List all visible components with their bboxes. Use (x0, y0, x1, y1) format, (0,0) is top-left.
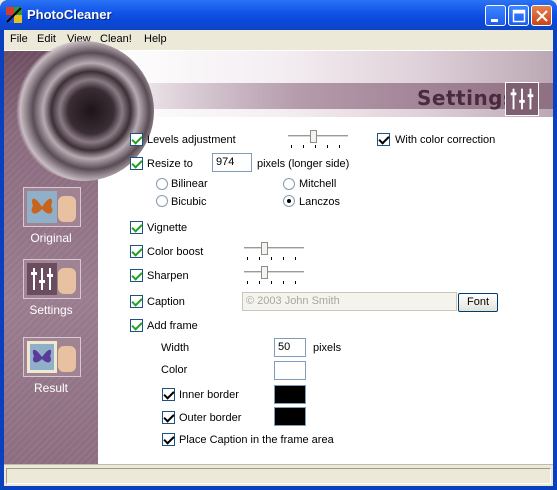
nav-settings-label[interactable]: Settings (4, 303, 98, 317)
color-boost-slider-thumb[interactable] (261, 242, 268, 255)
caption-input[interactable]: © 2003 John Smith (242, 292, 457, 311)
nav-original-button[interactable] (23, 187, 81, 227)
frame-width-unit: pixels (313, 342, 342, 354)
add-frame-label: Add frame (147, 320, 198, 332)
settings-logo-icon (505, 82, 539, 116)
sharpen-slider-thumb[interactable] (261, 266, 268, 279)
bilinear-label: Bilinear (171, 178, 208, 190)
nav-result-label[interactable]: Result (4, 381, 98, 395)
window-title: PhotoCleaner (27, 7, 112, 22)
add-frame-checkbox[interactable] (130, 319, 143, 332)
menu-file[interactable]: File (10, 33, 28, 45)
place-caption-checkbox[interactable] (162, 433, 175, 446)
status-bar (4, 464, 553, 486)
lanczos-radio[interactable] (283, 195, 295, 207)
levels-adjustment-label: Levels adjustment (147, 134, 236, 146)
sliders-icon (27, 263, 76, 295)
maximize-button[interactable] (508, 5, 529, 26)
nav-original-label[interactable]: Original (4, 231, 98, 245)
outer-border-color-swatch[interactable] (274, 407, 306, 426)
frame-width-label: Width (161, 342, 190, 354)
resize-input[interactable]: 974 (212, 153, 252, 172)
minimize-button[interactable] (485, 5, 506, 26)
inner-border-checkbox[interactable] (162, 388, 175, 401)
title-bar[interactable]: PhotoCleaner (0, 0, 557, 30)
resize-label: Resize to (147, 158, 193, 170)
app-window: PhotoCleaner File Edit View Clean! Help … (0, 0, 557, 490)
bilinear-radio[interactable] (156, 178, 168, 190)
mitchell-label: Mitchell (299, 178, 337, 190)
color-boost-slider[interactable] (244, 242, 304, 260)
nav-result-button[interactable] (23, 337, 81, 377)
levels-slider[interactable] (288, 130, 348, 148)
butterfly-photo-icon (27, 191, 76, 223)
menu-edit[interactable]: Edit (37, 33, 56, 45)
levels-adjustment-checkbox[interactable] (130, 133, 143, 146)
nav-settings-button[interactable] (23, 259, 81, 299)
sharpen-checkbox[interactable] (130, 269, 143, 282)
vignette-checkbox[interactable] (130, 221, 143, 234)
client-area: File Edit View Clean! Help Settings Orig… (4, 30, 553, 486)
font-button[interactable]: Font (458, 293, 498, 312)
mitchell-radio[interactable] (283, 178, 295, 190)
lanczos-label: Lanczos (299, 196, 340, 208)
inner-border-color-swatch[interactable] (274, 385, 306, 404)
caption-label: Caption (147, 296, 185, 308)
minimize-icon (491, 19, 498, 22)
outer-border-label: Outer border (179, 412, 242, 424)
frame-color-label: Color (161, 364, 188, 376)
page-title: Settings (417, 86, 516, 110)
levels-slider-thumb[interactable] (310, 130, 317, 143)
resize-checkbox[interactable] (130, 157, 143, 170)
app-icon (6, 7, 22, 23)
menu-help[interactable]: Help (144, 33, 167, 45)
color-boost-checkbox[interactable] (130, 245, 143, 258)
sharpen-slider[interactable] (244, 266, 304, 284)
color-correction-checkbox[interactable] (377, 133, 390, 146)
sharpen-label: Sharpen (147, 270, 189, 282)
bicubic-label: Bicubic (171, 196, 207, 208)
outer-border-checkbox[interactable] (162, 411, 175, 424)
resize-unit-label: pixels (longer side) (257, 158, 350, 170)
close-icon (536, 10, 548, 22)
place-caption-label: Place Caption in the frame area (179, 434, 334, 446)
bicubic-radio[interactable] (156, 195, 168, 207)
vignette-label: Vignette (147, 222, 188, 234)
inner-border-label: Inner border (179, 389, 239, 401)
frame-width-input[interactable]: 50 (274, 338, 306, 357)
color-correction-label: With color correction (395, 134, 496, 146)
butterfly-result-icon (27, 341, 76, 373)
caption-checkbox[interactable] (130, 295, 143, 308)
close-button[interactable] (531, 5, 552, 26)
maximize-icon (512, 9, 526, 23)
frame-color-swatch[interactable] (274, 361, 306, 380)
color-boost-label: Color boost (147, 246, 204, 258)
status-panel (6, 468, 551, 484)
